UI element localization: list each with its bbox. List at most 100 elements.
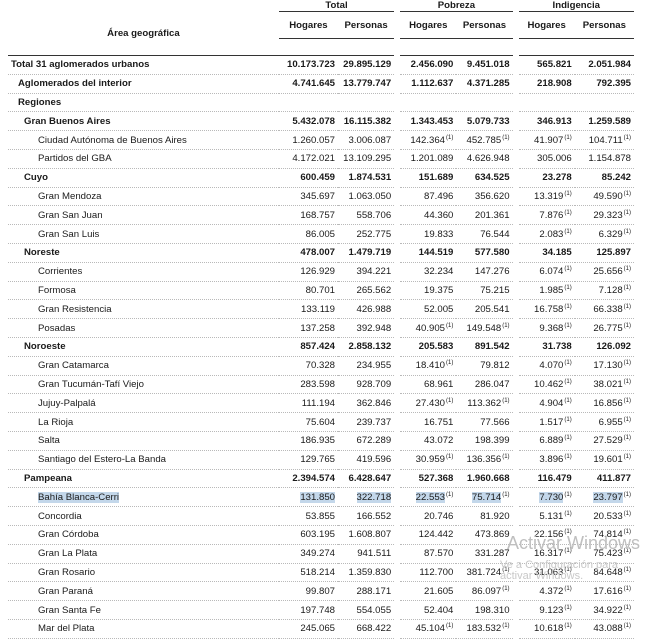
table-row: Bahía Blanca-Cerri 131.850 322.718 22.553(1… — [8, 487, 634, 508]
cell-value-text: 411.877 — [596, 472, 631, 484]
footnote-mark: (1) — [446, 397, 454, 404]
cell-value: 891.542 — [456, 337, 516, 357]
footnote-mark: (1) — [564, 266, 572, 273]
row-label: Corrientes — [8, 262, 279, 282]
footnote-mark: (1) — [564, 284, 572, 291]
row-label-text: Gran Rosario — [38, 566, 96, 578]
footnote-mark: (1) — [623, 303, 631, 310]
cell-value: 5.131(1) — [512, 506, 575, 526]
header-personas: Personas — [456, 11, 516, 39]
cell-value-text: 16.751 — [424, 416, 454, 428]
row-label: Concordia — [8, 506, 279, 526]
cell-value: 111.194 — [278, 393, 339, 414]
cell-value: 116.479 — [512, 469, 575, 489]
cell-value-text: 4.070 — [539, 360, 564, 372]
footnote-mark: (1) — [564, 416, 572, 423]
cell-value-text: 13.779.747 — [343, 78, 392, 90]
cell-value-text: 891.542 — [474, 341, 510, 353]
cell-value: 104.711(1) — [574, 130, 634, 150]
footnote-mark: (1) — [623, 228, 631, 235]
cell-value-text: 23.797 — [593, 491, 623, 503]
footnote-mark: (1) — [446, 454, 454, 461]
cell-value: 1.359.830 — [338, 563, 398, 583]
cell-value: 80.701 — [278, 281, 339, 301]
row-label: Mar del Plata — [8, 619, 279, 639]
row-label-text: Santiago del Estero-La Banda — [38, 454, 167, 466]
cell-value-text: 10.462 — [534, 378, 564, 390]
cell-value: 43.088(1) — [574, 619, 634, 639]
row-label-text: Gran Buenos Aires — [24, 115, 111, 127]
cell-value-text: 29.895.129 — [343, 59, 392, 71]
cell-value: 201.361 — [456, 205, 516, 226]
cell-value-text: 2.083 — [539, 228, 564, 240]
cell-value: 113.362(1) — [456, 393, 516, 414]
table-row: Gran Catamarca 70.328 234.955 18.410(1) 79.8… — [8, 356, 634, 376]
cell-value: 600.459 — [278, 168, 339, 188]
table-row: Salta 186.935 672.289 43.072 198.399 6.889(1)… — [8, 431, 634, 451]
table-row: Santiago del Estero-La Banda 129.765 419.5… — [8, 450, 634, 470]
cell-value: 32.234 — [394, 262, 457, 282]
cell-value-text: 43.088 — [593, 623, 623, 635]
footnote-mark: (1) — [623, 360, 631, 367]
cell-value: 2.051.984 — [574, 55, 634, 75]
cell-value-text: 113.362 — [467, 397, 502, 409]
cell-value: 205.541 — [456, 299, 516, 320]
activation-watermark-hint: Ve a Configuración para activar Windows. — [500, 559, 619, 582]
row-label: Gran Tucumán-Tafí Viejo — [8, 375, 279, 395]
cell-value-text: 142.364 — [410, 134, 446, 146]
footnote-mark: (1) — [623, 284, 631, 291]
cell-value: 7.128(1) — [574, 281, 634, 301]
cell-value-text: 147.276 — [474, 266, 510, 278]
cell-value-text: 40.905 — [415, 322, 446, 334]
cell-value-text: 136.356 — [466, 454, 502, 466]
cell-value: 4.070(1) — [512, 356, 575, 376]
header-group-pobreza: Pobreza — [394, 0, 516, 12]
row-label: Ciudad Autónoma de Buenos Aires — [8, 130, 279, 150]
cell-value-text: 1.985 — [539, 284, 564, 296]
cell-value: 16.758(1) — [512, 299, 575, 320]
cell-value-text: 345.697 — [300, 190, 336, 202]
cell-value-text: 356.620 — [474, 190, 510, 202]
cell-value-text: 1.259.589 — [588, 115, 631, 127]
table-row: Mar del Plata 245.065 668.422 45.104(1) 183.… — [8, 619, 634, 639]
row-label-text: Jujuy-Palpalá — [38, 397, 96, 409]
cell-value: 19.375 — [394, 281, 457, 301]
cell-value-text: 87.570 — [424, 548, 454, 560]
cell-value: 23.278 — [512, 168, 575, 188]
row-label-text: Corrientes — [38, 266, 83, 278]
cell-value: 126.092 — [574, 337, 634, 357]
cell-value-text: 283.598 — [300, 378, 336, 390]
cell-value: 265.562 — [338, 281, 398, 301]
cell-value-text: 3.896 — [539, 454, 564, 466]
cell-value-text: 27.430 — [415, 397, 446, 409]
cell-value-text: 7.876 — [539, 209, 564, 221]
row-label-text: Noreste — [24, 247, 60, 259]
cell-value: 9.368(1) — [512, 318, 575, 338]
cell-value: 7.876(1) — [512, 205, 575, 226]
footnote-mark: (1) — [623, 134, 631, 141]
footnote-mark: (1) — [502, 322, 510, 329]
cell-value: 4.904(1) — [512, 393, 575, 414]
cell-value — [512, 93, 575, 113]
cell-value: 16.856(1) — [574, 393, 634, 414]
cell-value-text: 75.215 — [480, 284, 510, 296]
row-label: Formosa — [8, 281, 279, 301]
row-label: Posadas — [8, 318, 279, 338]
cell-value-text: 286.047 — [474, 378, 510, 390]
cell-value-text: 1.874.531 — [348, 172, 392, 184]
footnote-mark: (1) — [564, 360, 572, 367]
cell-value-text: 201.361 — [474, 209, 510, 221]
cell-value: 29.895.129 — [338, 55, 398, 75]
table-row: Gran Paraná 99.807 288.171 21.605 86.097(1) 4… — [8, 581, 634, 602]
row-label-text: Gran Tucumán-Tafí Viejo — [38, 378, 144, 390]
cell-value-text: 52.404 — [424, 604, 454, 616]
cell-value-text: 17.130 — [593, 360, 623, 372]
row-label-text: Noroeste — [24, 341, 66, 353]
cell-value: 1.517(1) — [512, 412, 575, 432]
cell-value: 81.920 — [456, 506, 516, 526]
footnote-mark: (1) — [564, 454, 572, 461]
cell-value-text: 6.074 — [539, 266, 564, 278]
cell-value: 2.858.132 — [338, 337, 398, 357]
table-row: Total 31 aglomerados urbanos 10.173.723 29… — [8, 55, 634, 75]
cell-value: 252.775 — [338, 224, 398, 244]
